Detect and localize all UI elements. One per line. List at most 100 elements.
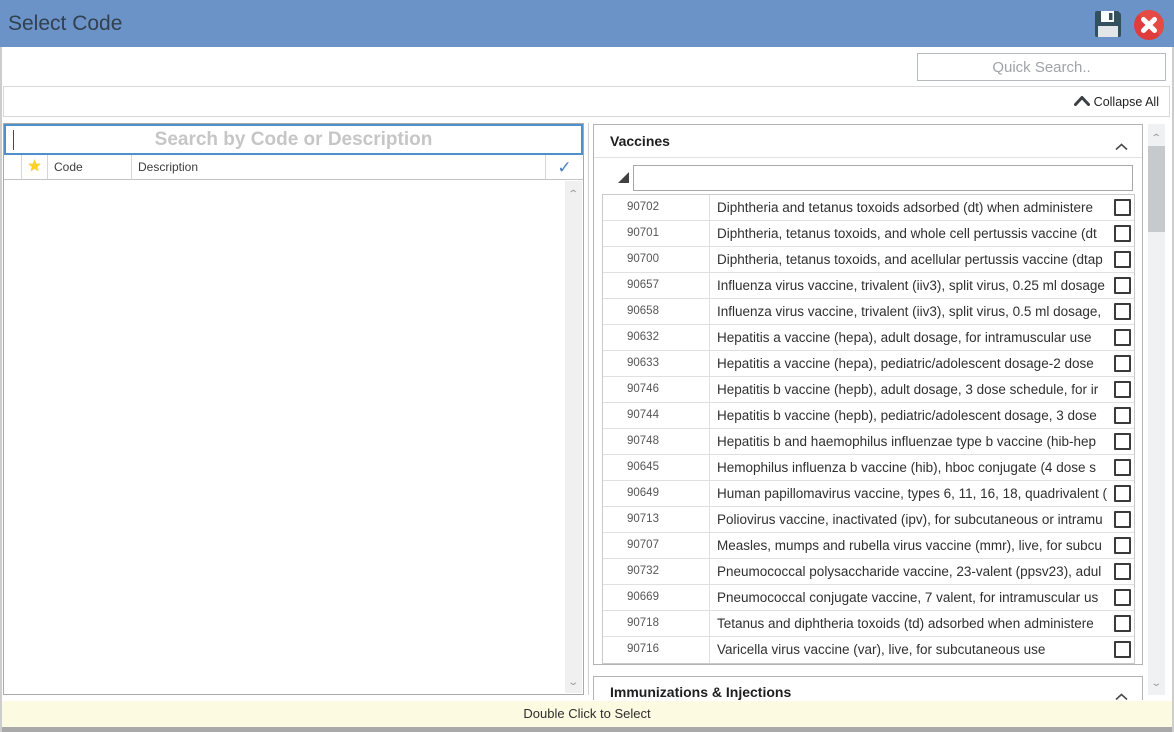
vaccine-row[interactable]: 90645 Hemophilus influenza b vaccine (hib… (603, 455, 1134, 481)
vaccine-checkbox[interactable] (1114, 459, 1131, 476)
column-code[interactable]: Code (48, 155, 132, 179)
vaccine-description: Pneumococcal conjugate vaccine, 7 valent… (717, 590, 1099, 605)
scroll-down-icon[interactable]: ⌄ (1148, 673, 1165, 691)
immunizations-group: Immunizations & Injections (593, 676, 1143, 700)
vaccines-group-header[interactable]: Vaccines (594, 125, 1142, 158)
vaccine-checkbox[interactable] (1114, 485, 1131, 502)
window-bottom-border (0, 727, 1174, 732)
immunizations-group-header[interactable]: Immunizations & Injections (594, 677, 1142, 700)
vaccine-row[interactable]: 90748 Hepatitis b and haemophilus influen… (603, 429, 1134, 455)
column-favorite[interactable]: ★ (22, 155, 48, 179)
select-code-window: Select Code Quick Search.. Collapse All … (0, 0, 1174, 732)
vaccine-code: 90746 (603, 377, 710, 402)
vaccine-checkbox[interactable] (1114, 589, 1131, 606)
vaccine-description: Poliovirus vaccine, inactivated (ipv), f… (717, 512, 1103, 527)
vaccines-table: 90702 Diphtheria and tetanus toxoids adso… (602, 194, 1135, 664)
vaccine-row[interactable]: 90701 Diphtheria, tetanus toxoids, and wh… (603, 221, 1134, 247)
vaccine-row[interactable]: 90707 Measles, mumps and rubella virus va… (603, 533, 1134, 559)
column-description[interactable]: Description (132, 155, 546, 179)
vaccine-row[interactable]: 90702 Diphtheria and tetanus toxoids adso… (603, 195, 1134, 221)
column-selected[interactable]: ✓ (546, 155, 583, 179)
vaccine-code: 90701 (603, 221, 710, 246)
vaccine-code: 90658 (603, 299, 710, 324)
vaccine-row[interactable]: 90649 Human papillomavirus vaccine, types… (603, 481, 1134, 507)
vaccine-checkbox[interactable] (1114, 251, 1131, 268)
vaccine-checkbox[interactable] (1114, 433, 1131, 450)
vaccine-code: 90744 (603, 403, 710, 428)
vaccine-row[interactable]: 90744 Hepatitis b vaccine (hepb), pediatr… (603, 403, 1134, 429)
star-icon: ★ (27, 158, 42, 175)
chevron-up-icon (1073, 95, 1090, 109)
left-scrollbar[interactable]: ⌃ ⌄ (565, 181, 582, 693)
vaccine-checkbox[interactable] (1114, 225, 1131, 242)
vaccine-checkbox[interactable] (1114, 303, 1131, 320)
vaccine-description: Hepatitis a vaccine (hepa), adult dosage… (717, 330, 1092, 345)
vaccine-checkbox[interactable] (1114, 381, 1131, 398)
vaccine-code: 90702 (603, 195, 710, 220)
vaccine-row[interactable]: 90657 Influenza virus vaccine, trivalent … (603, 273, 1134, 299)
save-floppy-icon (1092, 11, 1124, 43)
vaccine-code: 90669 (603, 585, 710, 610)
text-caret (13, 130, 14, 150)
toolbar: Collapse All (3, 86, 1170, 117)
vaccine-checkbox[interactable] (1114, 329, 1131, 346)
vaccine-checkbox[interactable] (1114, 407, 1131, 424)
titlebar: Select Code (0, 0, 1174, 47)
vaccine-description: Varicella virus vaccine (var), live, for… (717, 642, 1046, 657)
collapse-all-button[interactable]: Collapse All (1073, 87, 1159, 116)
vaccine-description: Pneumococcal polysaccharide vaccine, 23-… (717, 564, 1102, 579)
vaccines-filter-input[interactable] (633, 165, 1133, 191)
vaccine-code: 90657 (603, 273, 710, 298)
vaccine-row[interactable]: 90716 Varicella virus vaccine (var), live… (603, 637, 1134, 663)
vaccine-code: 90716 (603, 637, 710, 663)
code-search-input[interactable] (4, 124, 583, 155)
code-search-panel: ★ Code Description ✓ ⌃ ⌄ (3, 123, 584, 695)
panel-splitter (588, 123, 589, 695)
chevron-up-icon[interactable] (1115, 688, 1128, 700)
scroll-up-icon[interactable]: ⌃ (565, 184, 582, 202)
results-table-header: ★ Code Description ✓ (4, 155, 583, 180)
vaccine-checkbox[interactable] (1114, 537, 1131, 554)
vaccine-checkbox[interactable] (1114, 641, 1131, 658)
vaccine-description: Hepatitis a vaccine (hepa), pediatric/ad… (717, 356, 1094, 371)
vaccine-checkbox[interactable] (1114, 277, 1131, 294)
check-icon: ✓ (557, 157, 572, 177)
vaccine-checkbox[interactable] (1114, 511, 1131, 528)
vaccine-description: Hepatitis b vaccine (hepb), adult dosage… (717, 382, 1099, 397)
right-scrollbar[interactable]: ⌃ ⌄ (1148, 124, 1165, 695)
vaccine-row[interactable]: 90732 Pneumococcal polysaccharide vaccine… (603, 559, 1134, 585)
vaccine-row[interactable]: 90700 Diphtheria, tetanus toxoids, and ac… (603, 247, 1134, 273)
vaccine-description: Influenza virus vaccine, trivalent (iiv3… (717, 278, 1105, 293)
vaccine-code: 90748 (603, 429, 710, 454)
vaccine-row[interactable]: 90669 Pneumococcal conjugate vaccine, 7 v… (603, 585, 1134, 611)
vaccine-checkbox[interactable] (1114, 615, 1131, 632)
quick-search-input[interactable] (917, 53, 1166, 81)
expander-triangle-icon[interactable] (618, 172, 629, 183)
scroll-up-icon[interactable]: ⌃ (1148, 128, 1165, 146)
vaccine-code: 90707 (603, 533, 710, 558)
vaccine-row[interactable]: 90746 Hepatitis b vaccine (hepb), adult d… (603, 377, 1134, 403)
close-button[interactable] (1133, 9, 1165, 41)
code-results-list (4, 181, 565, 694)
vaccine-description: Tetanus and diphtheria toxoids (td) adso… (717, 616, 1094, 631)
chevron-up-icon[interactable] (1115, 138, 1128, 156)
vaccine-row[interactable]: 90658 Influenza virus vaccine, trivalent … (603, 299, 1134, 325)
vaccine-checkbox[interactable] (1114, 563, 1131, 580)
immunizations-group-title: Immunizations & Injections (610, 684, 792, 700)
window-left-border (0, 47, 2, 732)
vaccines-group: Vaccines 90702 Diphtheria and tetanus tox… (593, 124, 1143, 665)
vaccine-description: Influenza virus vaccine, trivalent (iiv3… (717, 304, 1102, 319)
vaccine-row[interactable]: 90713 Poliovirus vaccine, inactivated (ip… (603, 507, 1134, 533)
vaccine-code: 90633 (603, 351, 710, 376)
vaccine-checkbox[interactable] (1114, 199, 1131, 216)
vaccine-checkbox[interactable] (1114, 355, 1131, 372)
save-button[interactable] (1092, 8, 1124, 40)
footer-hint-bar: Double Click to Select (2, 701, 1172, 727)
vaccine-description: Hepatitis b and haemophilus influenzae t… (717, 434, 1096, 449)
vaccine-row[interactable]: 90718 Tetanus and diphtheria toxoids (td)… (603, 611, 1134, 637)
vaccine-row[interactable]: 90632 Hepatitis a vaccine (hepa), adult d… (603, 325, 1134, 351)
scroll-down-icon[interactable]: ⌄ (565, 672, 582, 690)
vaccine-row[interactable]: 90633 Hepatitis a vaccine (hepa), pediatr… (603, 351, 1134, 377)
scrollbar-thumb[interactable] (1148, 146, 1165, 232)
vaccine-code: 90632 (603, 325, 710, 350)
